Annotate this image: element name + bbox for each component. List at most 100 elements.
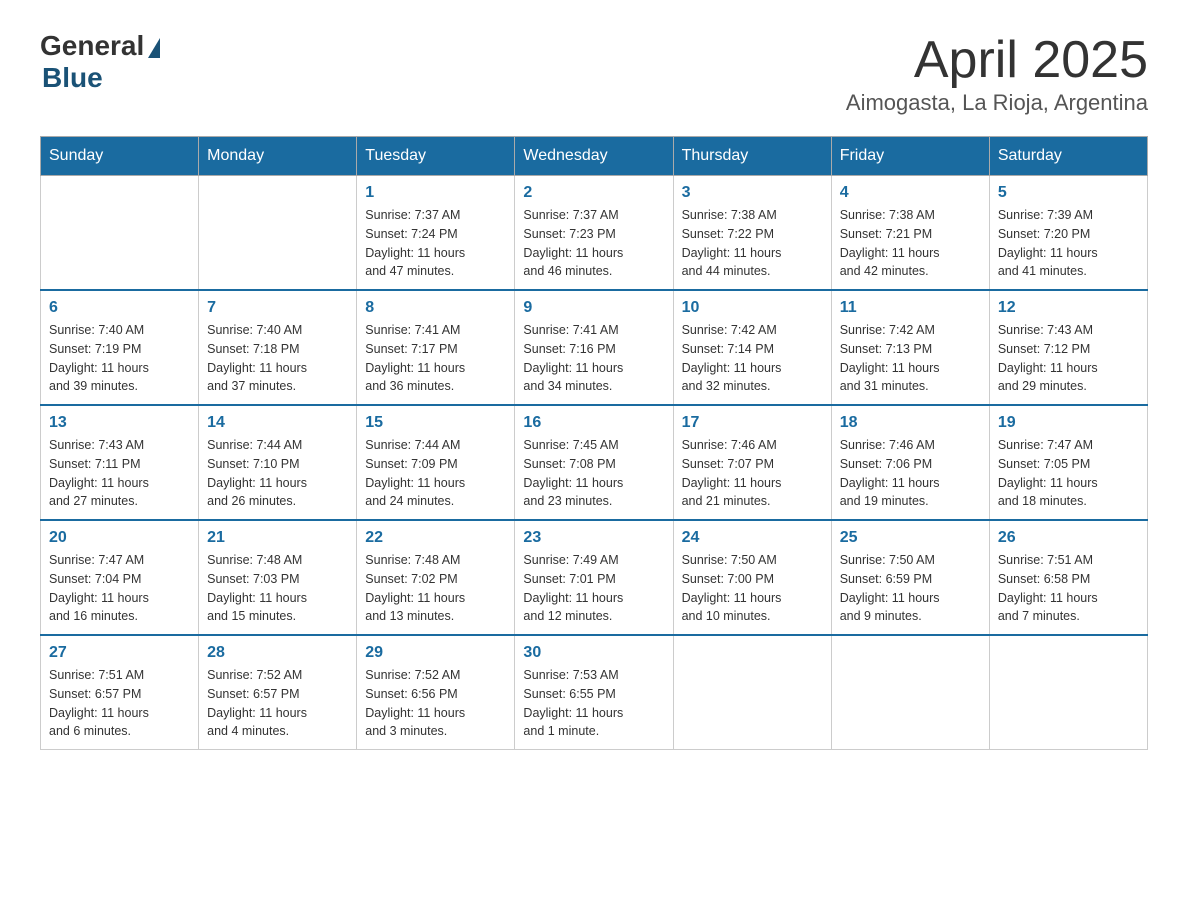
day-info: Sunrise: 7:46 AM Sunset: 7:06 PM Dayligh… bbox=[840, 436, 981, 511]
day-info: Sunrise: 7:45 AM Sunset: 7:08 PM Dayligh… bbox=[523, 436, 664, 511]
calendar-cell: 18 Sunrise: 7:46 AM Sunset: 7:06 PM Dayli… bbox=[831, 405, 989, 520]
day-number: 11 bbox=[840, 299, 981, 317]
calendar-cell: 30 Sunrise: 7:53 AM Sunset: 6:55 PM Dayli… bbox=[515, 635, 673, 750]
calendar-week-1: 1 Sunrise: 7:37 AM Sunset: 7:24 PM Daylig… bbox=[41, 176, 1148, 291]
calendar-cell: 22 Sunrise: 7:48 AM Sunset: 7:02 PM Dayli… bbox=[357, 520, 515, 635]
calendar-header-row: SundayMondayTuesdayWednesdayThursdayFrid… bbox=[41, 137, 1148, 176]
day-info: Sunrise: 7:37 AM Sunset: 7:23 PM Dayligh… bbox=[523, 206, 664, 281]
day-info: Sunrise: 7:47 AM Sunset: 7:04 PM Dayligh… bbox=[49, 551, 190, 626]
header-sunday: Sunday bbox=[41, 137, 199, 176]
calendar-cell: 23 Sunrise: 7:49 AM Sunset: 7:01 PM Dayli… bbox=[515, 520, 673, 635]
day-info: Sunrise: 7:50 AM Sunset: 7:00 PM Dayligh… bbox=[682, 551, 823, 626]
day-number: 14 bbox=[207, 414, 348, 432]
calendar-cell: 9Sunrise: 7:41 AM Sunset: 7:16 PM Daylig… bbox=[515, 290, 673, 405]
calendar-cell: 28 Sunrise: 7:52 AM Sunset: 6:57 PM Dayli… bbox=[199, 635, 357, 750]
calendar-week-2: 6Sunrise: 7:40 AM Sunset: 7:19 PM Daylig… bbox=[41, 290, 1148, 405]
calendar-cell: 5 Sunrise: 7:39 AM Sunset: 7:20 PM Daylig… bbox=[989, 176, 1147, 291]
day-info: Sunrise: 7:48 AM Sunset: 7:03 PM Dayligh… bbox=[207, 551, 348, 626]
day-info: Sunrise: 7:50 AM Sunset: 6:59 PM Dayligh… bbox=[840, 551, 981, 626]
calendar-week-4: 20 Sunrise: 7:47 AM Sunset: 7:04 PM Dayli… bbox=[41, 520, 1148, 635]
day-info: Sunrise: 7:43 AM Sunset: 7:12 PM Dayligh… bbox=[998, 321, 1139, 396]
day-info: Sunrise: 7:38 AM Sunset: 7:21 PM Dayligh… bbox=[840, 206, 981, 281]
calendar-cell bbox=[989, 635, 1147, 750]
calendar-cell: 11 Sunrise: 7:42 AM Sunset: 7:13 PM Dayli… bbox=[831, 290, 989, 405]
logo-general-text: General bbox=[40, 30, 144, 62]
day-info: Sunrise: 7:42 AM Sunset: 7:13 PM Dayligh… bbox=[840, 321, 981, 396]
day-number: 8 bbox=[365, 299, 506, 317]
day-number: 20 bbox=[49, 529, 190, 547]
day-info: Sunrise: 7:48 AM Sunset: 7:02 PM Dayligh… bbox=[365, 551, 506, 626]
day-number: 25 bbox=[840, 529, 981, 547]
day-number: 15 bbox=[365, 414, 506, 432]
day-info: Sunrise: 7:40 AM Sunset: 7:19 PM Dayligh… bbox=[49, 321, 190, 396]
calendar-cell: 13 Sunrise: 7:43 AM Sunset: 7:11 PM Dayli… bbox=[41, 405, 199, 520]
calendar-cell: 27 Sunrise: 7:51 AM Sunset: 6:57 PM Dayli… bbox=[41, 635, 199, 750]
calendar-cell: 12 Sunrise: 7:43 AM Sunset: 7:12 PM Dayli… bbox=[989, 290, 1147, 405]
calendar-cell: 8Sunrise: 7:41 AM Sunset: 7:17 PM Daylig… bbox=[357, 290, 515, 405]
day-number: 16 bbox=[523, 414, 664, 432]
day-number: 30 bbox=[523, 644, 664, 662]
calendar-cell bbox=[831, 635, 989, 750]
day-info: Sunrise: 7:49 AM Sunset: 7:01 PM Dayligh… bbox=[523, 551, 664, 626]
day-number: 23 bbox=[523, 529, 664, 547]
calendar-cell: 4 Sunrise: 7:38 AM Sunset: 7:21 PM Daylig… bbox=[831, 176, 989, 291]
day-info: Sunrise: 7:39 AM Sunset: 7:20 PM Dayligh… bbox=[998, 206, 1139, 281]
header-tuesday: Tuesday bbox=[357, 137, 515, 176]
calendar-cell: 10 Sunrise: 7:42 AM Sunset: 7:14 PM Dayli… bbox=[673, 290, 831, 405]
day-info: Sunrise: 7:47 AM Sunset: 7:05 PM Dayligh… bbox=[998, 436, 1139, 511]
day-number: 28 bbox=[207, 644, 348, 662]
day-info: Sunrise: 7:52 AM Sunset: 6:57 PM Dayligh… bbox=[207, 666, 348, 741]
day-number: 10 bbox=[682, 299, 823, 317]
header-friday: Friday bbox=[831, 137, 989, 176]
calendar-cell bbox=[673, 635, 831, 750]
day-number: 12 bbox=[998, 299, 1139, 317]
title-section: April 2025 Aimogasta, La Rioja, Argentin… bbox=[846, 30, 1148, 116]
calendar-cell: 2 Sunrise: 7:37 AM Sunset: 7:23 PM Daylig… bbox=[515, 176, 673, 291]
logo: General Blue bbox=[40, 30, 160, 94]
day-info: Sunrise: 7:51 AM Sunset: 6:58 PM Dayligh… bbox=[998, 551, 1139, 626]
day-number: 7 bbox=[207, 299, 348, 317]
day-info: Sunrise: 7:52 AM Sunset: 6:56 PM Dayligh… bbox=[365, 666, 506, 741]
header-monday: Monday bbox=[199, 137, 357, 176]
day-info: Sunrise: 7:38 AM Sunset: 7:22 PM Dayligh… bbox=[682, 206, 823, 281]
calendar-table: SundayMondayTuesdayWednesdayThursdayFrid… bbox=[40, 136, 1148, 750]
day-number: 19 bbox=[998, 414, 1139, 432]
calendar-cell: 20 Sunrise: 7:47 AM Sunset: 7:04 PM Dayli… bbox=[41, 520, 199, 635]
day-info: Sunrise: 7:42 AM Sunset: 7:14 PM Dayligh… bbox=[682, 321, 823, 396]
day-info: Sunrise: 7:44 AM Sunset: 7:09 PM Dayligh… bbox=[365, 436, 506, 511]
day-info: Sunrise: 7:43 AM Sunset: 7:11 PM Dayligh… bbox=[49, 436, 190, 511]
day-number: 1 bbox=[365, 184, 506, 202]
calendar-cell bbox=[41, 176, 199, 291]
calendar-cell: 21 Sunrise: 7:48 AM Sunset: 7:03 PM Dayli… bbox=[199, 520, 357, 635]
day-info: Sunrise: 7:37 AM Sunset: 7:24 PM Dayligh… bbox=[365, 206, 506, 281]
location-title: Aimogasta, La Rioja, Argentina bbox=[846, 90, 1148, 116]
calendar-cell: 14Sunrise: 7:44 AM Sunset: 7:10 PM Dayli… bbox=[199, 405, 357, 520]
day-info: Sunrise: 7:53 AM Sunset: 6:55 PM Dayligh… bbox=[523, 666, 664, 741]
calendar-cell: 25 Sunrise: 7:50 AM Sunset: 6:59 PM Dayli… bbox=[831, 520, 989, 635]
day-info: Sunrise: 7:41 AM Sunset: 7:16 PM Dayligh… bbox=[523, 321, 664, 396]
header-wednesday: Wednesday bbox=[515, 137, 673, 176]
logo-blue-text: Blue bbox=[42, 62, 103, 94]
day-number: 13 bbox=[49, 414, 190, 432]
month-title: April 2025 bbox=[846, 30, 1148, 90]
day-number: 21 bbox=[207, 529, 348, 547]
calendar-cell: 3Sunrise: 7:38 AM Sunset: 7:22 PM Daylig… bbox=[673, 176, 831, 291]
calendar-cell: 19 Sunrise: 7:47 AM Sunset: 7:05 PM Dayli… bbox=[989, 405, 1147, 520]
day-info: Sunrise: 7:51 AM Sunset: 6:57 PM Dayligh… bbox=[49, 666, 190, 741]
day-number: 2 bbox=[523, 184, 664, 202]
header-thursday: Thursday bbox=[673, 137, 831, 176]
page-header: General Blue April 2025 Aimogasta, La Ri… bbox=[40, 30, 1148, 116]
calendar-cell: 1 Sunrise: 7:37 AM Sunset: 7:24 PM Daylig… bbox=[357, 176, 515, 291]
calendar-cell: 17 Sunrise: 7:46 AM Sunset: 7:07 PM Dayli… bbox=[673, 405, 831, 520]
day-number: 24 bbox=[682, 529, 823, 547]
calendar-cell: 7Sunrise: 7:40 AM Sunset: 7:18 PM Daylig… bbox=[199, 290, 357, 405]
day-number: 5 bbox=[998, 184, 1139, 202]
day-info: Sunrise: 7:46 AM Sunset: 7:07 PM Dayligh… bbox=[682, 436, 823, 511]
calendar-cell: 26Sunrise: 7:51 AM Sunset: 6:58 PM Dayli… bbox=[989, 520, 1147, 635]
day-number: 4 bbox=[840, 184, 981, 202]
day-number: 29 bbox=[365, 644, 506, 662]
day-number: 27 bbox=[49, 644, 190, 662]
day-number: 18 bbox=[840, 414, 981, 432]
day-number: 17 bbox=[682, 414, 823, 432]
day-number: 22 bbox=[365, 529, 506, 547]
